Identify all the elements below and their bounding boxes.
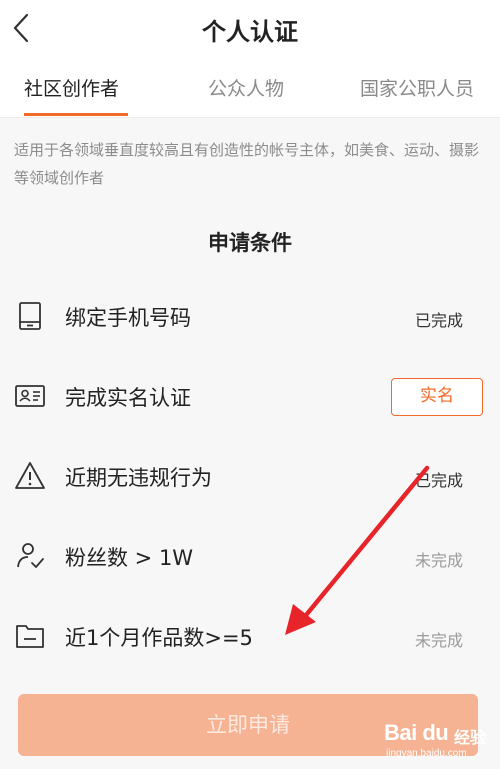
phone-icon xyxy=(19,302,41,330)
status-text: 未完成 xyxy=(414,631,463,650)
status-text: 未完成 xyxy=(414,551,463,570)
category-description: 适用于各领域垂直度较高且有创造性的帐号主体，如美食、运动、摄影等领域创作者 xyxy=(14,141,480,187)
condition-row: 绑定手机号码 已完成 xyxy=(0,288,500,344)
condition-row: 粉丝数 > 1W 未完成 xyxy=(0,528,500,584)
tab-civil-servant[interactable]: 国家公职人员 xyxy=(360,74,474,101)
section-title: 申请条件 xyxy=(208,231,292,255)
tab-community-creator[interactable]: 社区创作者 xyxy=(24,74,119,101)
watermark-sub: 经验 xyxy=(454,730,487,747)
tab-public-figure[interactable]: 公众人物 xyxy=(208,74,284,101)
folder-icon xyxy=(16,625,44,648)
header-bar: 个人认证 xyxy=(0,0,500,56)
active-tab-indicator xyxy=(24,113,128,116)
status-text: 已完成 xyxy=(414,471,463,490)
condition-label: 近期无违规行为 xyxy=(65,466,212,490)
condition-label: 近1个月作品数>=5 xyxy=(65,626,253,650)
condition-row: 完成实名认证 实名 xyxy=(0,368,500,424)
condition-row: 近1个月作品数>=5 未完成 xyxy=(0,608,500,664)
tab-bar: 社区创作者 公众人物 国家公职人员 xyxy=(0,56,500,118)
condition-row: 近期无违规行为 已完成 xyxy=(0,448,500,504)
id-card-icon xyxy=(15,385,45,407)
condition-label: 绑定手机号码 xyxy=(65,306,191,330)
watermark-logo: Bai du xyxy=(384,720,449,745)
warning-icon xyxy=(15,462,45,489)
page-title: 个人认证 xyxy=(202,18,298,46)
condition-label: 粉丝数 > 1W xyxy=(65,546,194,570)
user-check-icon xyxy=(17,543,44,568)
status-text: 已完成 xyxy=(414,311,463,330)
real-name-button[interactable]: 实名 xyxy=(391,378,483,416)
condition-label: 完成实名认证 xyxy=(65,386,191,410)
watermark-url: jingyan.baidu.com xyxy=(386,748,467,759)
baidu-watermark: Bai du 经验 jingyan.baidu.com xyxy=(384,718,494,764)
